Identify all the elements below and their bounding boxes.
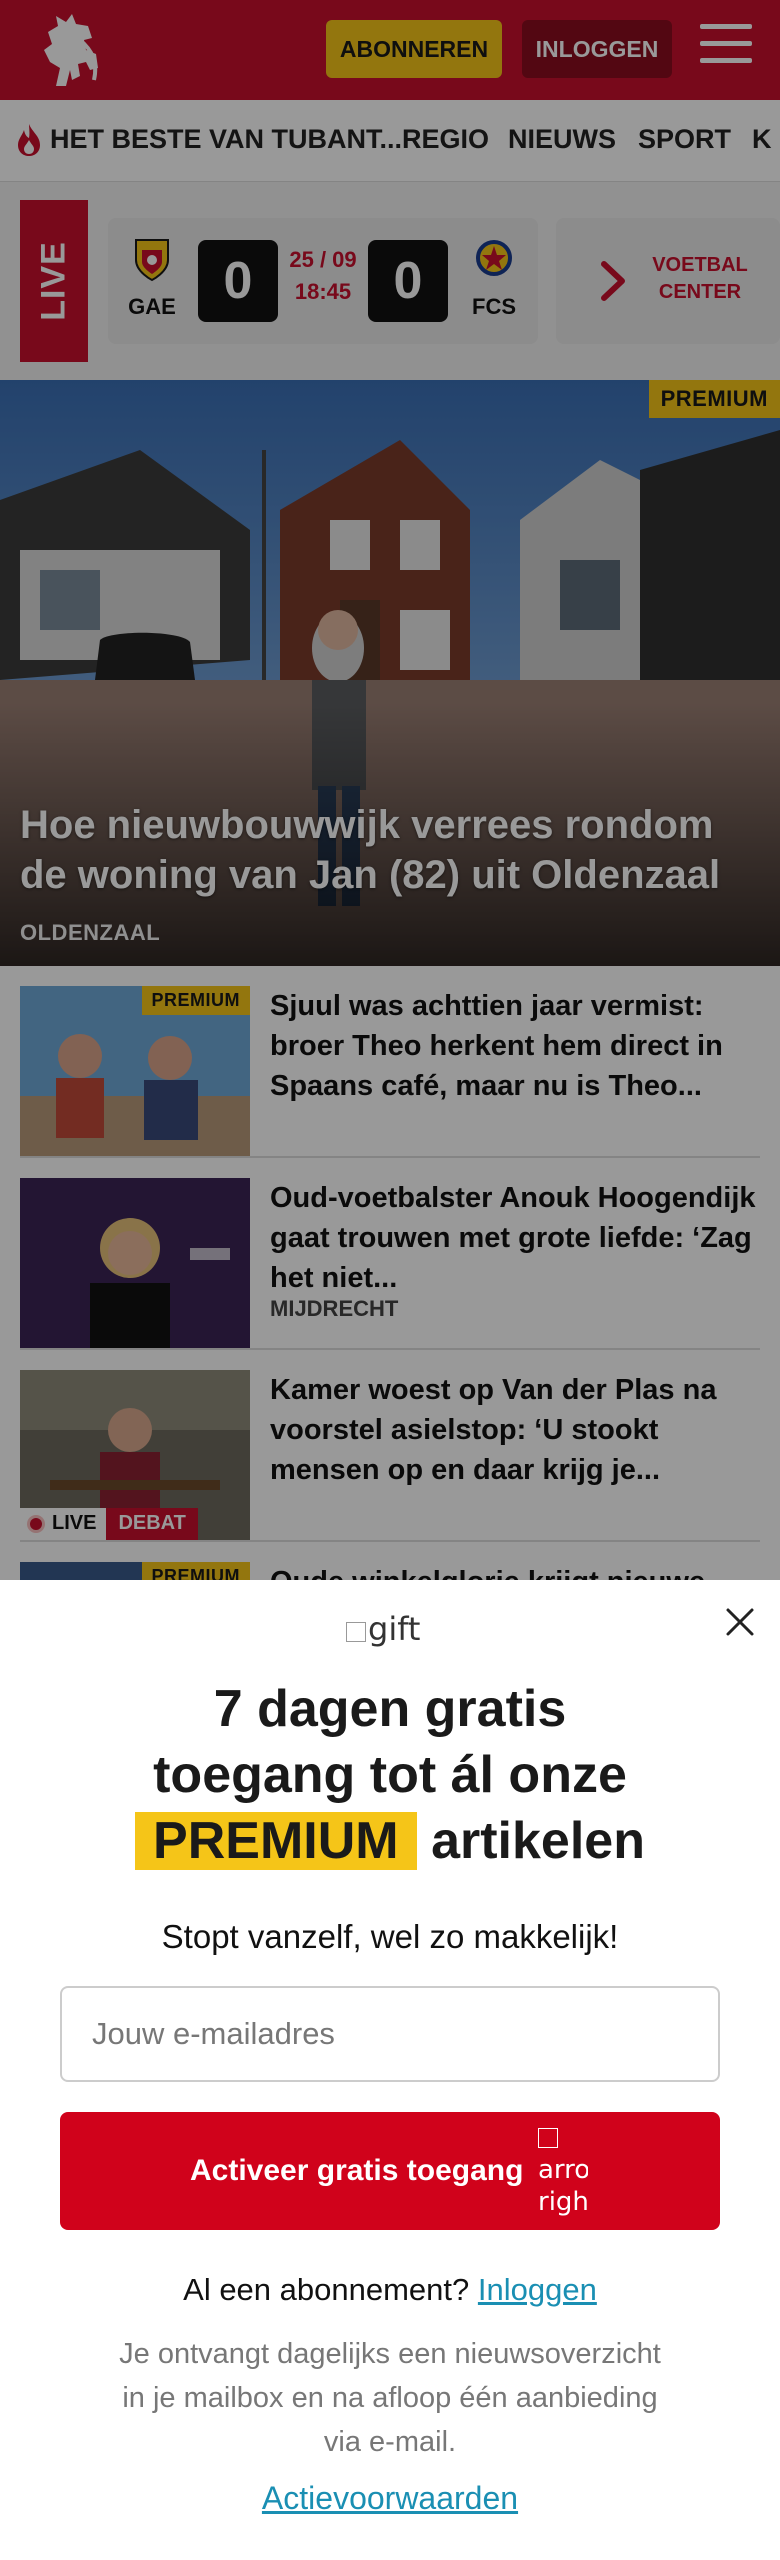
premium-trial-modal: gift 7 dagen gratis toegang tot ál onze …	[0, 1580, 780, 2560]
close-icon[interactable]	[722, 1604, 758, 1640]
login-link[interactable]: Inloggen	[478, 2272, 597, 2307]
terms-link[interactable]: Actievoorwaarden	[40, 2480, 740, 2517]
existing-subscription-line: Al een abonnement? Inloggen	[183, 2272, 597, 2307]
email-field[interactable]	[60, 1986, 720, 2082]
activate-button-label: Activeer gratis toegang	[190, 2154, 524, 2187]
gift-icon: gift	[346, 1610, 420, 1648]
modal-backdrop[interactable]	[0, 0, 780, 1580]
modal-subline: Stopt vanzelf, wel zo makkelijk!	[161, 1918, 619, 1955]
arrow-right-icon: arrow-right	[538, 2122, 588, 2220]
modal-headline: 7 dagen gratis toegang tot ál onze PREMI…	[40, 1676, 740, 1874]
newsletter-note: Je ontvangt dagelijks een nieuwsoverzich…	[119, 2338, 661, 2458]
page: ABONNEREN INLOGGEN HET BESTE VAN TUBANT.…	[0, 0, 780, 2560]
activate-button[interactable]: Activeer gratis toegang arrow-right	[60, 2112, 720, 2230]
premium-highlight: PREMIUM	[135, 1812, 417, 1870]
